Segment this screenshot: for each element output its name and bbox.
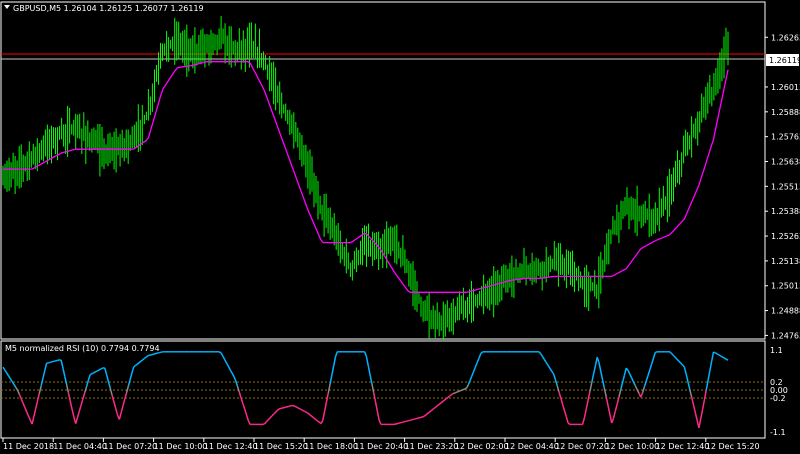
rsi-segment	[460, 389, 463, 392]
price-tick-label: 1.25138	[771, 257, 800, 266]
rsi-segment	[282, 406, 285, 409]
rsi-segment	[397, 422, 400, 425]
chart-background	[0, 0, 800, 454]
rsi-segment	[57, 359, 60, 362]
price-tick-label: 1.26013	[771, 83, 800, 92]
rsi-segment	[716, 353, 720, 356]
indicator-header-text: M5 normalized RSI (10) 0.7794 0.7794	[5, 344, 160, 353]
time-tick-label: 12 Dec 15:20	[706, 442, 760, 451]
rsi-segment	[48, 361, 51, 364]
time-tick-label: 11 Dec 07:20	[103, 442, 157, 451]
rsi-segment	[91, 372, 95, 375]
rsi-segment	[400, 421, 403, 424]
rsi-segment	[286, 405, 289, 408]
rsi-segment	[655, 351, 658, 354]
current-price-tag: 1.26119	[766, 54, 800, 66]
rsi-segment	[464, 387, 467, 390]
time-tick-label: 12 Dec 10:00	[605, 442, 659, 451]
time-tick-label: 12 Dec 12:40	[656, 442, 710, 451]
price-tick-label: 1.24763	[771, 331, 800, 340]
rsi-segment	[98, 368, 102, 371]
rsi-segment	[159, 351, 162, 354]
price-tick-label: 1.25263	[771, 232, 800, 241]
price-tick-label: 1.26263	[771, 33, 800, 42]
rsi-segment	[51, 360, 55, 363]
rsi-tick-label: -1.1	[770, 428, 786, 437]
price-tick-label: 1.25638	[771, 158, 800, 167]
rsi-segment	[455, 391, 458, 394]
rsi-segment	[288, 405, 291, 408]
price-tick-label: 1.25763	[771, 133, 800, 142]
price-tick-label: 1.25888	[771, 108, 800, 117]
trading-chart[interactable]: 1.26263 1.26013 1.25888 1.25763 1.25638 1.255…	[0, 0, 800, 454]
symbol-header: GBPUSD,M5 1.26104 1.26125 1.26077 1.2611…	[4, 4, 204, 13]
rsi-segment	[724, 357, 727, 360]
rsi-segment	[153, 352, 156, 355]
rsi-segment	[304, 410, 307, 414]
rsi-segment	[725, 358, 729, 361]
rsi-segment	[458, 389, 462, 392]
rsi-tick-label: -0.2	[770, 394, 786, 403]
time-tick-label: 11 Dec 04:40	[53, 442, 107, 451]
time-tick-label: 12 Dec 04:40	[505, 442, 559, 451]
time-tick-label: 11 Dec 10:00	[154, 442, 208, 451]
rsi-segment	[457, 390, 460, 393]
price-tick-label: 1.24888	[771, 307, 800, 316]
time-tick-label: 11 Dec 15:20	[254, 442, 308, 451]
time-tick-label: 11 Dec 20:40	[354, 442, 408, 451]
rsi-segment	[417, 417, 420, 420]
rsi-segment	[420, 416, 423, 419]
current-price-label: 1.26119	[769, 56, 800, 65]
rsi-segment	[409, 419, 413, 422]
rsi-segment	[278, 407, 282, 410]
rsi-segment	[714, 352, 718, 355]
rsi-segment	[462, 388, 465, 391]
rsi-segment	[218, 351, 222, 354]
rsi-segment	[89, 373, 93, 376]
rsi-segment	[722, 356, 725, 359]
rsi-segment	[306, 411, 309, 415]
rsi-segment	[151, 353, 155, 356]
rsi-segment	[298, 407, 302, 411]
rsi-segment	[451, 392, 454, 396]
time-tick-label: 11 Dec 12:40	[204, 442, 258, 451]
rsi-segment	[284, 406, 287, 409]
rsi-segment	[93, 371, 97, 374]
rsi-segment	[422, 415, 425, 418]
rsi-segment	[720, 355, 723, 358]
price-tick-label: 1.25013	[771, 282, 800, 291]
rsi-segment	[413, 418, 416, 421]
rsi-segment	[55, 359, 58, 362]
price-tick-label: 1.25388	[771, 207, 800, 216]
time-tick-label: 12 Dec 07:20	[555, 442, 609, 451]
rsi-segment	[718, 354, 722, 357]
rsi-segment	[293, 405, 296, 408]
price-tick-label: 1.25513	[771, 182, 800, 191]
rsi-segment	[418, 416, 422, 419]
rsi-segment	[411, 418, 414, 421]
rsi-tick-label: 1.1	[770, 346, 783, 355]
rsi-segment	[713, 351, 716, 354]
rsi-segment	[402, 420, 405, 423]
rsi-segment	[295, 405, 298, 409]
rsi-segment	[297, 406, 300, 410]
rsi-segment	[404, 420, 407, 423]
time-tick-label: 12 Dec 02:00	[455, 442, 509, 451]
rsi-segment	[50, 361, 53, 364]
time-tick-label: 11 Dec 2018	[3, 442, 54, 451]
rsi-segment	[453, 392, 456, 395]
rsi-segment	[407, 419, 411, 422]
rsi-segment	[395, 422, 398, 425]
time-tick-label: 11 Dec 18:00	[304, 442, 358, 451]
rsi-segment	[100, 367, 104, 370]
symbol-header-text: GBPUSD,M5 1.26104 1.26125 1.26077 1.2611…	[13, 4, 204, 13]
rsi-segment	[262, 422, 265, 426]
rsi-segment	[300, 408, 304, 412]
rsi-segment	[149, 353, 153, 356]
rsi-segment	[95, 370, 98, 373]
time-tick-label: 11 Dec 23:20	[405, 442, 459, 451]
rsi-segment	[97, 369, 100, 372]
rsi-segment	[302, 409, 305, 413]
rsi-segment	[155, 352, 158, 355]
